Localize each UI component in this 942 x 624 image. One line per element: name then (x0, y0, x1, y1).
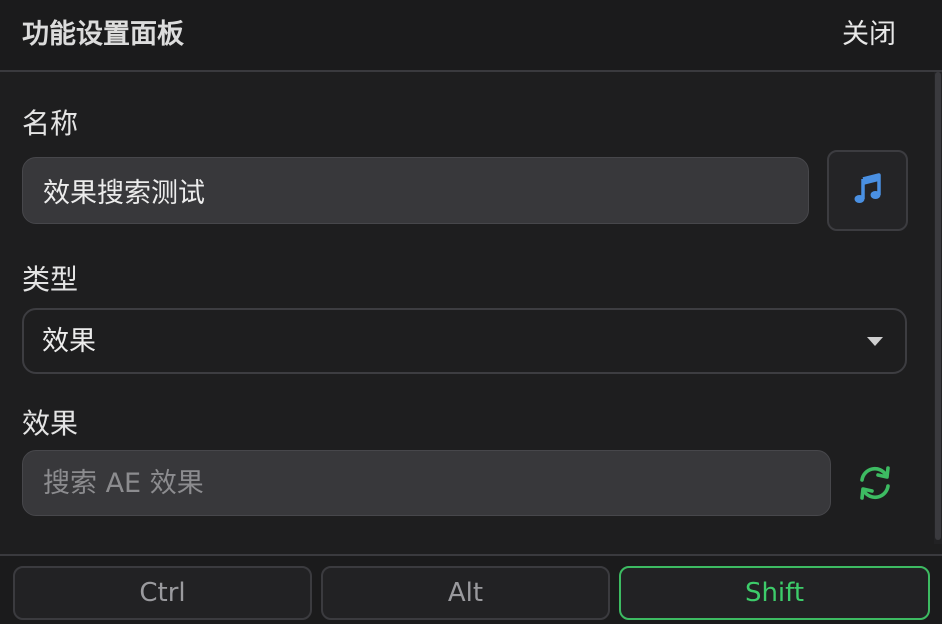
type-label: 类型 (22, 263, 79, 296)
effect-search-input[interactable] (22, 450, 831, 516)
ctrl-modifier-button[interactable]: Ctrl (13, 566, 312, 620)
scrollbar-thumb[interactable] (935, 72, 941, 540)
type-select-value: 效果 (42, 326, 96, 357)
refresh-icon (855, 463, 895, 507)
alt-modifier-button[interactable]: Alt (321, 566, 610, 620)
panel-header: 功能设置面板 关闭 (0, 0, 942, 72)
music-note-icon (852, 172, 884, 209)
shift-modifier-button[interactable]: Shift (619, 566, 930, 620)
panel-title: 功能设置面板 (22, 19, 184, 50)
scrollbar[interactable] (934, 72, 942, 544)
name-input[interactable] (22, 157, 809, 224)
effect-label: 效果 (22, 407, 79, 440)
refresh-button[interactable] (852, 462, 898, 508)
caret-down-icon (867, 337, 883, 346)
type-select[interactable]: 效果 (22, 308, 907, 374)
name-label: 名称 (22, 107, 79, 140)
close-button[interactable]: 关闭 (842, 16, 896, 54)
settings-panel: 功能设置面板 关闭 名称 类型 效果 效果 (0, 0, 942, 624)
modifier-footer: Ctrl Alt Shift (0, 554, 942, 624)
music-button[interactable] (827, 150, 908, 231)
